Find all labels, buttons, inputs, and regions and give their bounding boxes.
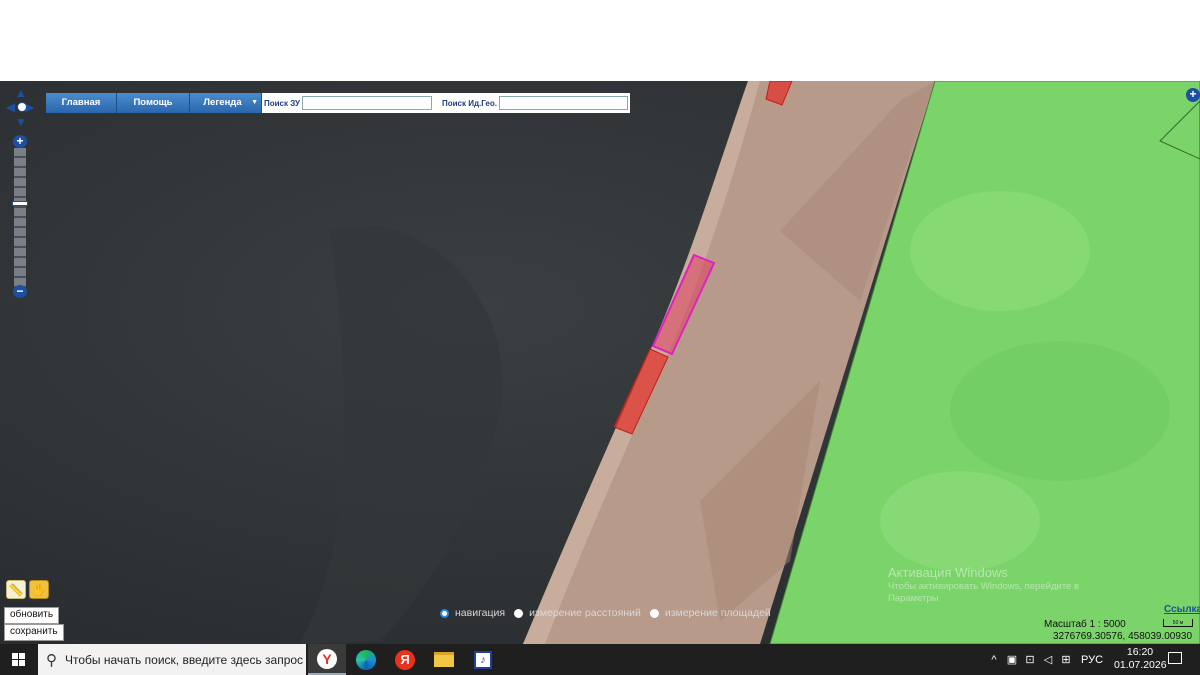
- notepad-icon: ♪: [474, 650, 492, 669]
- taskbar-yandex[interactable]: Я: [386, 644, 424, 675]
- map-toolbar: Главная Помощь Легенда ▼ Поиск ЗУ Поиск …: [46, 93, 630, 113]
- radio-area[interactable]: [649, 608, 659, 618]
- start-button[interactable]: [0, 644, 36, 675]
- mode-area-label: измерение площадей: [664, 607, 771, 619]
- map-canvas[interactable]: [0, 81, 1200, 644]
- share-link[interactable]: Ссылка: [1164, 604, 1200, 615]
- folder-icon: [434, 652, 454, 667]
- cursor-coordinates: 3276769.30576, 458039.00930: [1053, 631, 1193, 642]
- search-geo: Поиск Ид.Гео.: [434, 93, 630, 113]
- legend-button[interactable]: Легенда ▼: [190, 93, 262, 113]
- language-indicator[interactable]: РУС: [1081, 654, 1103, 666]
- search-geo-input[interactable]: [498, 96, 628, 110]
- pan-up-icon[interactable]: ▲: [15, 87, 27, 99]
- edge-icon: [356, 649, 376, 670]
- mode-area[interactable]: измерение площадей: [649, 607, 771, 619]
- mode-distance-label: измерение расстояний: [529, 607, 641, 619]
- zoom-in-button[interactable]: +: [13, 135, 27, 148]
- taskbar-search-placeholder: Чтобы начать поиск, введите здесь запрос: [65, 652, 304, 667]
- refresh-button[interactable]: обновить: [4, 607, 60, 624]
- zoom-out-button[interactable]: −: [13, 285, 27, 298]
- measure-tool-icon[interactable]: 📏: [6, 580, 26, 599]
- pan-down-icon[interactable]: ▼: [15, 116, 27, 128]
- yandex-icon: Я: [395, 649, 415, 670]
- network-icon[interactable]: ⊡: [1023, 653, 1037, 667]
- clock[interactable]: 16:20 01.07.2026: [1114, 646, 1167, 672]
- taskbar-app[interactable]: ♪: [464, 644, 502, 675]
- taskbar-edge[interactable]: [347, 644, 385, 675]
- watermark-line1: Чтобы активировать Windows, перейдите в: [888, 581, 1080, 592]
- keyboard-icon[interactable]: ⊞: [1059, 653, 1073, 667]
- system-tray: ^ ▣ ⊡ ◁ ⊞ РУС: [985, 644, 1103, 675]
- chevron-down-icon: ▼: [251, 99, 258, 106]
- notification-icon[interactable]: [1168, 652, 1182, 664]
- mode-selector: навигация измерение расстояний измерение…: [440, 607, 780, 619]
- taskbar-search[interactable]: ⚲ Чтобы начать поиск, введите здесь запр…: [38, 644, 306, 675]
- radio-distance[interactable]: [514, 608, 524, 618]
- radio-navigation[interactable]: [440, 608, 449, 618]
- taskbar: ⚲ Чтобы начать поиск, введите здесь запр…: [0, 644, 1200, 675]
- zoom-slider-track[interactable]: [14, 148, 26, 287]
- pan-left-icon[interactable]: ◀: [6, 101, 15, 113]
- mode-navigation-label: навигация: [455, 607, 506, 619]
- scale-bar-label: 50 м: [1172, 620, 1184, 626]
- top-blank-area: [0, 0, 1200, 81]
- volume-muted-icon[interactable]: ◁: [1041, 653, 1055, 667]
- search-icon: ⚲: [46, 651, 57, 669]
- activation-watermark: Активация Windows Чтобы активировать Win…: [888, 565, 1079, 605]
- scale-label: Масштаб 1 : 5000: [1044, 619, 1126, 630]
- watermark-title: Активация Windows: [888, 565, 1008, 580]
- yandex-browser-icon: Y: [317, 648, 337, 669]
- satellite-map: [0, 81, 1200, 644]
- mode-navigation[interactable]: навигация: [440, 607, 505, 619]
- search-zu: Поиск ЗУ: [262, 93, 434, 113]
- search-geo-label: Поиск Ид.Гео.: [442, 98, 497, 108]
- add-layer-button[interactable]: +: [1186, 88, 1200, 102]
- pan-center-icon[interactable]: [17, 102, 27, 112]
- clock-date: 01.07.2026: [1114, 659, 1167, 671]
- taskbar-yandex-browser[interactable]: Y: [308, 644, 346, 675]
- legend-label: Легенда: [203, 97, 242, 108]
- help-button[interactable]: Помощь: [117, 93, 190, 113]
- scale-bar: 50 м: [1163, 619, 1193, 627]
- watermark-line2: Параметры: [888, 593, 939, 604]
- windows-logo-icon: [11, 653, 25, 666]
- app-tray-icon[interactable]: ▣: [1005, 653, 1019, 667]
- zoom-slider-handle[interactable]: [12, 201, 28, 206]
- pan-navigator[interactable]: ▲ ◀ ▶ ▼: [6, 87, 36, 129]
- search-zu-input[interactable]: [301, 96, 432, 110]
- save-button[interactable]: сохранить: [4, 624, 64, 641]
- mode-distance[interactable]: измерение расстояний: [514, 607, 641, 619]
- taskbar-explorer[interactable]: [425, 644, 463, 675]
- search-zu-label: Поиск ЗУ: [264, 98, 300, 108]
- main-button[interactable]: Главная: [46, 93, 117, 113]
- chevron-up-icon[interactable]: ^: [987, 653, 1001, 667]
- clock-time: 16:20: [1126, 646, 1154, 658]
- pan-hand-icon[interactable]: ✋: [29, 580, 49, 599]
